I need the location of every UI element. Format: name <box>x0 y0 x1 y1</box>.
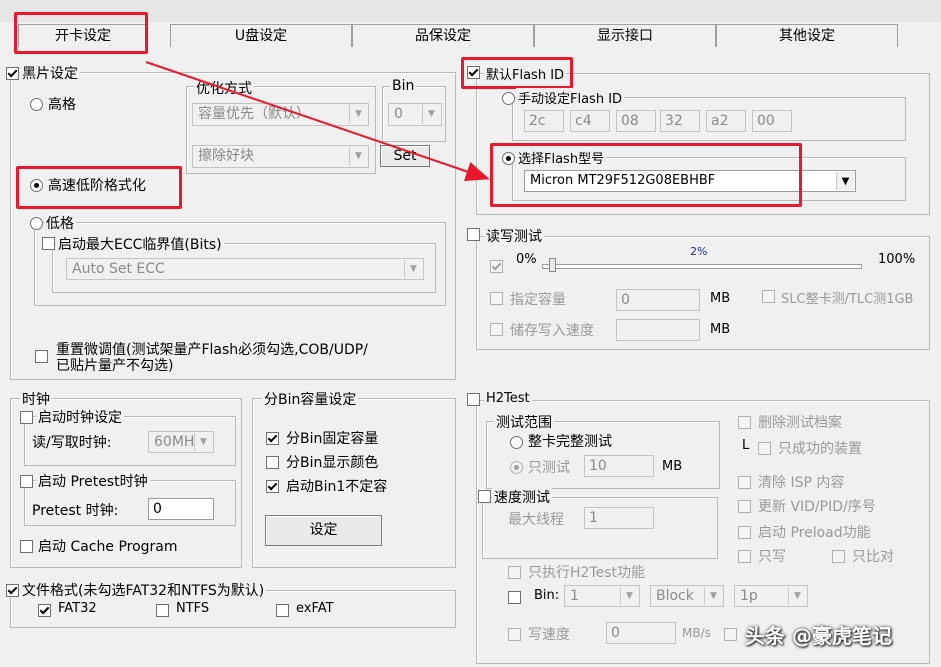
exec-only-checkbox[interactable] <box>508 566 521 579</box>
write-speed-checkbox[interactable] <box>490 323 503 336</box>
capacity-checkbox[interactable] <box>490 292 503 305</box>
partial-test-label: 只测试 <box>528 460 570 476</box>
threads-label: 最大线程 <box>508 512 564 528</box>
full-test-radio[interactable] <box>510 436 523 449</box>
bin-h2-checkbox[interactable] <box>508 591 521 604</box>
preload-checkbox[interactable] <box>738 526 751 539</box>
only-success-label: 只成功的装置 <box>778 441 862 457</box>
rw-percent-slider[interactable] <box>542 264 862 269</box>
bin-h2-label: Bin: <box>534 588 560 603</box>
threads-input[interactable]: 1 <box>584 507 654 529</box>
h2test-title: H2Test <box>484 391 532 406</box>
exec-only-label: 只执行H2Test功能 <box>528 565 646 581</box>
block-select[interactable]: Block ▼ <box>650 585 724 607</box>
chevron-down-icon: ▼ <box>788 587 806 605</box>
rw-percent-max: 100% <box>878 252 916 267</box>
test-range-title: 测试范围 <box>494 412 554 432</box>
capacity-unit: MB <box>710 291 731 306</box>
bin-h2-select[interactable]: 1 ▼ <box>564 585 640 607</box>
rw-test-title: 读写测试 <box>484 226 544 246</box>
full-test-label: 整卡完整测试 <box>528 434 612 450</box>
speed-test-title: 速度测试 <box>492 487 552 507</box>
slc-label: SLC整卡测/TLC测1GB <box>781 292 914 307</box>
slc-checkbox[interactable] <box>762 290 775 303</box>
capacity-input[interactable]: 0 <box>616 289 700 311</box>
compare-only-checkbox[interactable] <box>832 550 845 563</box>
clear-isp-checkbox[interactable] <box>738 476 751 489</box>
write-speed-input[interactable] <box>616 319 700 341</box>
write-speed-label: 储存写入速度 <box>510 323 594 339</box>
chevron-down-icon: ▼ <box>620 587 638 605</box>
partial-test-input[interactable]: 10 <box>584 455 654 477</box>
preload-label: 启动 Preload功能 <box>758 525 871 541</box>
h2test-checkbox[interactable] <box>467 393 480 406</box>
watermark: 头条 @豪虎笔记 <box>745 624 892 648</box>
extra-h2-checkbox[interactable] <box>724 628 737 641</box>
speed-test-checkbox[interactable] <box>478 490 491 503</box>
write-speed-h2-checkbox[interactable] <box>508 628 521 641</box>
partial-test-radio[interactable] <box>510 461 523 474</box>
p-select[interactable]: 1p ▼ <box>734 585 808 607</box>
write-speed-h2-input[interactable]: 0 <box>606 622 676 644</box>
slider-thumb[interactable] <box>549 258 556 272</box>
rw-test-checkbox[interactable] <box>467 228 480 241</box>
write-only-checkbox[interactable] <box>738 550 751 563</box>
delete-file-checkbox[interactable] <box>738 416 751 429</box>
update-vid-checkbox[interactable] <box>738 500 751 513</box>
rw-percent-current: 2% <box>690 245 708 258</box>
clear-isp-label: 清除 ISP 内容 <box>758 475 845 491</box>
rw-percent-min: 0% <box>516 252 537 267</box>
write-only-label: 只写 <box>758 549 786 565</box>
partial-test-unit: MB <box>662 459 683 474</box>
write-speed-unit: MB <box>710 322 731 337</box>
write-speed-h2-label: 写速度 <box>528 627 570 643</box>
update-vid-label: 更新 VID/PID/序号 <box>758 499 876 515</box>
rw-percent-checkbox[interactable] <box>490 260 503 273</box>
write-speed-h2-unit: MB/s <box>682 626 711 640</box>
delete-file-label: 删除测试档案 <box>758 415 842 431</box>
l-mark: L <box>742 438 750 453</box>
chevron-down-icon: ▼ <box>704 587 722 605</box>
only-success-checkbox[interactable] <box>758 442 771 455</box>
capacity-label: 指定容量 <box>510 292 566 308</box>
compare-only-label: 只比对 <box>852 549 894 565</box>
